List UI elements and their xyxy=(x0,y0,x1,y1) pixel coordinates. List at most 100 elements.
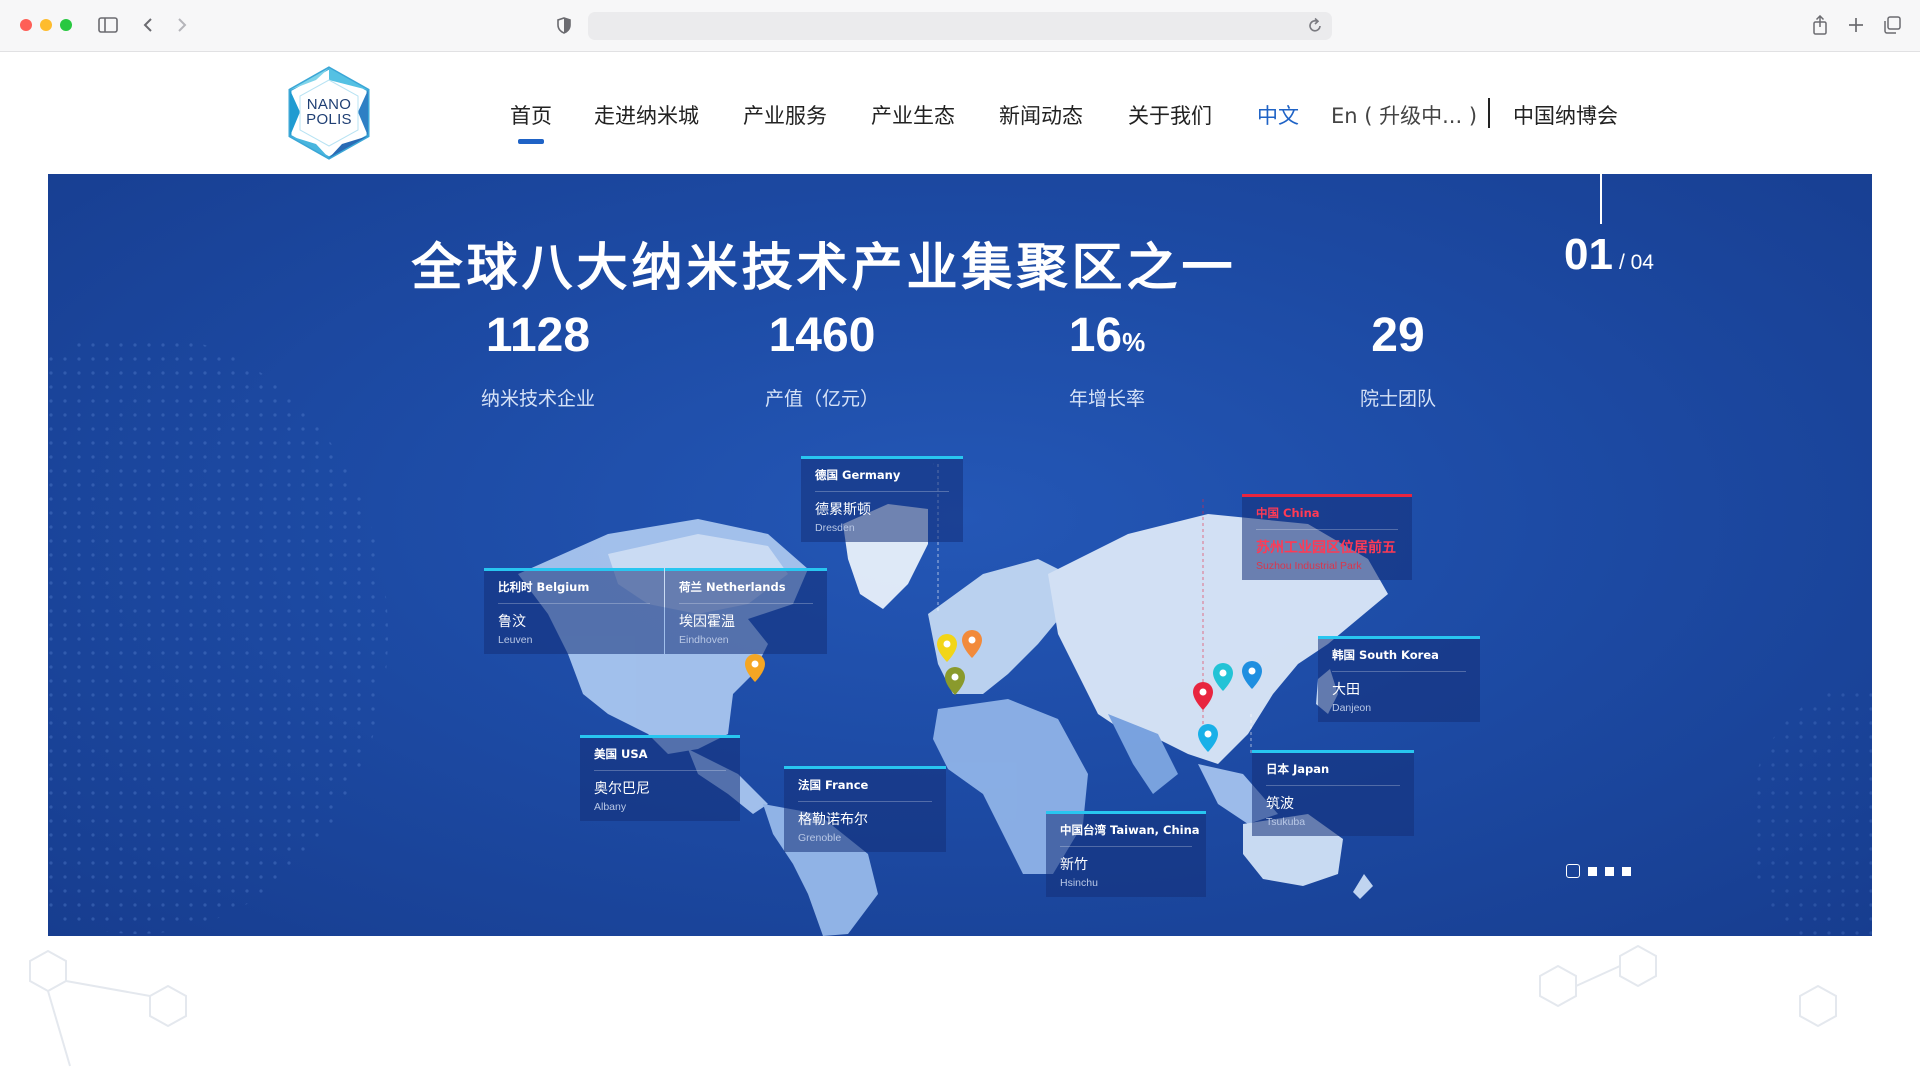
new-zealand-shape xyxy=(1353,874,1373,899)
nav-about-nanopolis[interactable]: 走进纳米城 xyxy=(594,100,699,130)
slide-indicator-line xyxy=(1600,174,1602,224)
card-city: 格勒诺布尔 xyxy=(798,812,868,828)
card-country: 韩国 South Korea xyxy=(1332,648,1439,662)
location-card-netherlands[interactable]: 荷兰 Netherlands 埃因霍温 Eindhoven xyxy=(665,568,827,654)
card-city-en: Danjeon xyxy=(1332,702,1372,714)
card-divider xyxy=(1256,529,1398,530)
logo-line1: NANO xyxy=(306,96,352,113)
location-card-south-korea[interactable]: 韩国 South Korea 大田 Danjeon xyxy=(1318,636,1480,722)
logo-line2: POLIS xyxy=(306,111,352,128)
card-city: 德累斯顿 xyxy=(815,502,871,518)
card-city: 筑波 xyxy=(1266,796,1294,812)
reload-icon[interactable] xyxy=(1308,17,1322,37)
pager-dot-3[interactable] xyxy=(1605,866,1614,876)
stat-label: 年增长率 xyxy=(1068,388,1145,410)
molecule-hex-left-2 xyxy=(149,984,187,1028)
stat-label: 产值（亿元） xyxy=(764,388,879,410)
minimize-window-button[interactable] xyxy=(40,19,52,31)
card-divider xyxy=(1060,846,1192,847)
molecule-bond-right xyxy=(1575,965,1621,987)
card-city: 大田 xyxy=(1332,682,1360,698)
hero-title: 全球八大纳米技术产业集聚区之一 xyxy=(411,239,1237,298)
location-card-germany[interactable]: 德国 Germany 德累斯顿 Dresden xyxy=(801,456,963,542)
address-bar[interactable] xyxy=(588,12,1332,40)
stat-value: 1128 xyxy=(485,309,591,362)
card-country: 荷兰 Netherlands xyxy=(679,580,786,594)
location-card-taiwan[interactable]: 中国台湾 Taiwan, China 新竹 Hsinchu xyxy=(1046,811,1206,897)
stat-value: 29 xyxy=(1371,309,1425,362)
card-city: 苏州工业园区位居前五 xyxy=(1256,540,1396,556)
card-divider xyxy=(1332,671,1466,672)
close-window-button[interactable] xyxy=(20,19,32,31)
card-city: 鲁汶 xyxy=(498,614,526,630)
shield-icon[interactable] xyxy=(552,13,576,37)
nav-home[interactable]: 首页 xyxy=(510,100,552,144)
slide-total: / 04 xyxy=(1618,251,1654,274)
pager-dot-4[interactable] xyxy=(1622,866,1631,876)
card-city-en: Eindhoven xyxy=(679,634,729,646)
card-city: 新竹 xyxy=(1060,857,1088,873)
card-divider xyxy=(1266,785,1400,786)
below-hero-area xyxy=(0,936,1920,1080)
molecule-hex-right-1 xyxy=(1539,964,1577,1008)
card-divider xyxy=(815,491,949,492)
stat-label: 纳米技术企业 xyxy=(480,388,595,410)
nav-industry-ecosystem[interactable]: 产业生态 xyxy=(871,100,955,130)
card-country: 比利时 Belgium xyxy=(498,580,590,594)
site-header: NANO POLIS 首页 走进纳米城 产业服务 产业生态 新闻动态 关于我们 … xyxy=(0,52,1920,174)
share-icon[interactable] xyxy=(1808,13,1832,37)
molecule-hex-left-1 xyxy=(29,949,67,993)
sidebar-icon[interactable] xyxy=(96,13,120,37)
location-card-belgium[interactable]: 比利时 Belgium 鲁汶 Leuven xyxy=(484,568,664,654)
card-country: 中国 China xyxy=(1256,506,1320,520)
molecule-bond-left-2 xyxy=(47,990,71,1067)
card-divider xyxy=(498,603,650,604)
stat-enterprises: 1128 纳米技术企业 xyxy=(418,308,658,411)
stat-growth-rate: 16% 年增长率 xyxy=(987,308,1227,411)
card-divider xyxy=(679,603,813,604)
browser-toolbar xyxy=(0,0,1920,52)
stat-output-value: 1460 产值（亿元） xyxy=(702,308,942,411)
card-country: 法国 France xyxy=(798,778,869,792)
nav-divider xyxy=(1488,98,1490,128)
nav-china-nano-expo[interactable]: 中国纳博会 xyxy=(1513,100,1618,130)
back-icon[interactable] xyxy=(136,13,160,37)
card-city-en: Tsukuba xyxy=(1266,816,1306,828)
card-city-en: Leuven xyxy=(498,634,533,646)
stat-value: 1460 xyxy=(768,309,876,362)
slide-counter: 01/ 04 xyxy=(1564,230,1654,280)
card-city: 奥尔巴尼 xyxy=(594,781,650,797)
location-card-china[interactable]: 中国 China 苏州工业园区位居前五 Suzhou Industrial Pa… xyxy=(1242,494,1412,580)
card-divider xyxy=(798,801,932,802)
location-card-usa[interactable]: 美国 USA 奥尔巴尼 Albany xyxy=(580,735,740,821)
card-country: 中国台湾 Taiwan, China xyxy=(1060,823,1200,837)
card-city: 埃因霍温 xyxy=(679,614,735,630)
maximize-window-button[interactable] xyxy=(60,19,72,31)
pager-dot-2[interactable] xyxy=(1588,866,1597,876)
stat-academician-teams: 29 院士团队 xyxy=(1278,308,1518,411)
card-city-en: Dresden xyxy=(815,522,855,534)
card-city-en: Grenoble xyxy=(798,832,842,844)
molecule-bond-left xyxy=(65,980,151,997)
card-city-en: Hsinchu xyxy=(1060,877,1098,889)
pager-dot-1[interactable] xyxy=(1566,864,1580,878)
card-city-en: Suzhou Industrial Park xyxy=(1256,560,1362,572)
location-card-france[interactable]: 法国 France 格勒诺布尔 Grenoble xyxy=(784,766,946,852)
location-card-japan[interactable]: 日本 Japan 筑波 Tsukuba xyxy=(1252,750,1414,836)
molecule-decoration xyxy=(29,944,1837,1067)
new-tab-icon[interactable] xyxy=(1844,13,1868,37)
card-country: 德国 Germany xyxy=(815,468,901,482)
left-dot-wave xyxy=(48,334,388,934)
tabs-overview-icon[interactable] xyxy=(1880,13,1904,37)
stat-label: 院士团队 xyxy=(1359,388,1436,410)
lang-chinese[interactable]: 中文 xyxy=(1257,100,1299,130)
nano-polis-logo[interactable]: NANO POLIS xyxy=(286,66,372,160)
logo-text: NANO POLIS xyxy=(286,97,372,127)
nav-industry-services[interactable]: 产业服务 xyxy=(743,100,827,130)
nav-about-us[interactable]: 关于我们 xyxy=(1128,100,1212,130)
forward-icon[interactable] xyxy=(170,13,194,37)
nav-news[interactable]: 新闻动态 xyxy=(999,100,1083,130)
lang-english[interactable]: En ( 升级中... ) xyxy=(1331,100,1477,130)
molecule-hex-right-2 xyxy=(1619,944,1657,988)
card-city-en: Albany xyxy=(594,801,627,813)
